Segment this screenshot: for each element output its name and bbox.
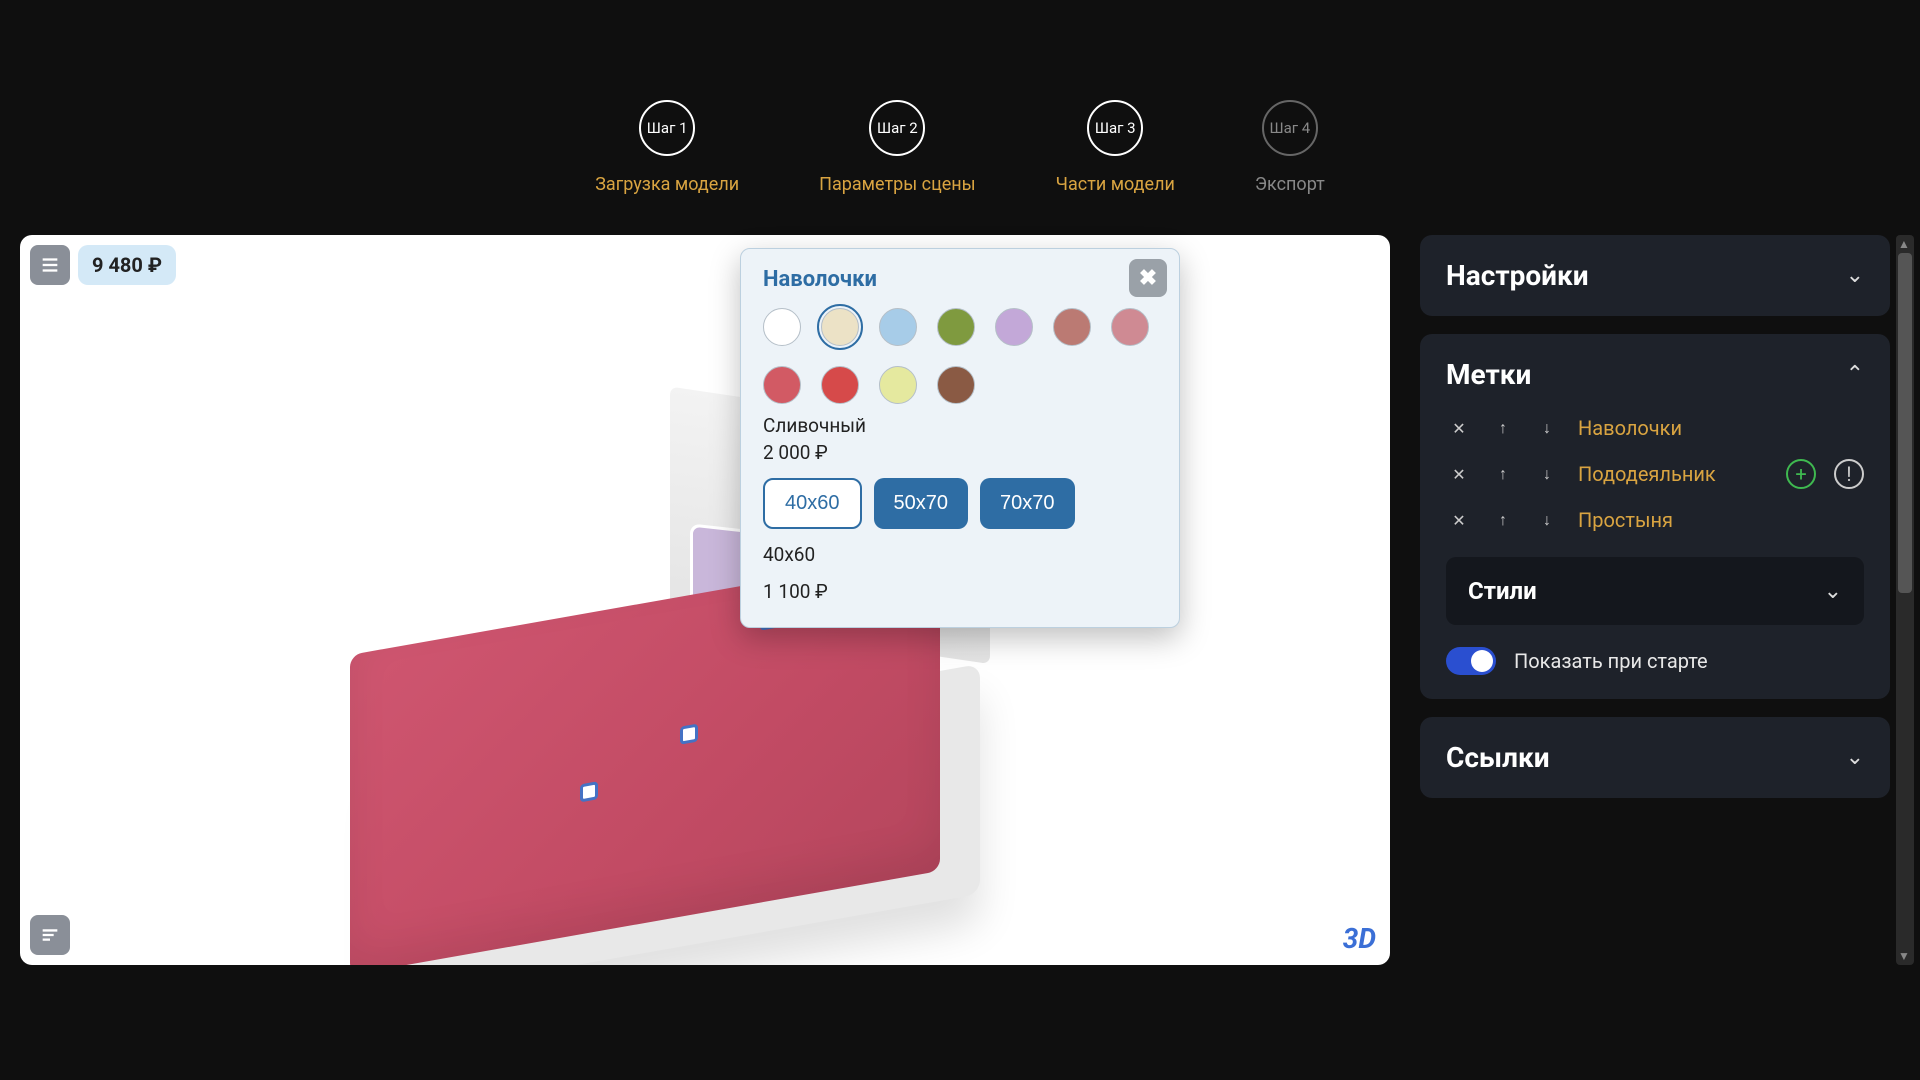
- arrow-up-icon[interactable]: ↑: [1490, 507, 1516, 533]
- color-swatch[interactable]: [1111, 308, 1149, 346]
- step-label: Загрузка модели: [595, 174, 739, 195]
- hotspot-marker[interactable]: [580, 781, 598, 802]
- sidebar: Настройки ⌄ Метки ⌃ ✕ ↑ ↓ Наволочки ✕ ↑ ↓ Подод…: [1420, 235, 1890, 965]
- step-circle: Шаг 3: [1087, 100, 1143, 156]
- warning-icon[interactable]: !: [1834, 459, 1864, 489]
- add-icon[interactable]: +: [1786, 459, 1816, 489]
- size-button[interactable]: 40x60: [763, 478, 862, 529]
- size-buttons: 40x6050x7070x70: [763, 478, 1157, 529]
- links-panel-header[interactable]: Ссылки ⌄: [1446, 741, 1864, 774]
- labels-panel-header[interactable]: Метки ⌃: [1446, 358, 1864, 391]
- color-swatch[interactable]: [821, 366, 859, 404]
- label-row: ✕ ↑ ↓ Наволочки: [1446, 415, 1864, 441]
- viewport-toolbar-bottom-left: [30, 915, 70, 955]
- label-row: ✕ ↑ ↓ Пододеяльник +!: [1446, 459, 1864, 489]
- list-icon[interactable]: [30, 245, 70, 285]
- color-name: Сливочный: [763, 414, 1157, 437]
- color-swatch[interactable]: [1053, 308, 1091, 346]
- chevron-down-icon: ⌄: [1846, 263, 1864, 288]
- toggle-label: Показать при старте: [1514, 649, 1708, 673]
- size-button[interactable]: 70x70: [980, 478, 1075, 529]
- color-swatch[interactable]: [879, 366, 917, 404]
- label-name[interactable]: Наволочки: [1578, 416, 1864, 440]
- popover-title: Наволочки: [763, 267, 1157, 292]
- delete-icon[interactable]: ✕: [1446, 507, 1472, 533]
- size-name: 40x60: [763, 543, 1157, 566]
- chevron-down-icon: ⌄: [1824, 579, 1842, 604]
- links-panel: Ссылки ⌄: [1420, 717, 1890, 798]
- options-popover: Наволочки ✖ Сливочный 2 000 ₽ 40x6050x70…: [740, 248, 1180, 628]
- color-swatch[interactable]: [995, 308, 1033, 346]
- arrow-down-icon[interactable]: ↓: [1534, 461, 1560, 487]
- viewport-toolbar-top-left: 9 480 ₽: [30, 245, 176, 285]
- label-name[interactable]: Пододеяльник: [1578, 462, 1768, 486]
- delete-icon[interactable]: ✕: [1446, 415, 1472, 441]
- size-price: 1 100 ₽: [763, 580, 1157, 603]
- color-swatch[interactable]: [763, 366, 801, 404]
- step-4[interactable]: Шаг 4 Экспорт: [1255, 100, 1325, 195]
- arrow-up-icon[interactable]: ↑: [1490, 415, 1516, 441]
- step-label: Части модели: [1056, 174, 1175, 195]
- arrow-down-icon[interactable]: ↓: [1534, 507, 1560, 533]
- label-row: ✕ ↑ ↓ Простыня: [1446, 507, 1864, 533]
- 3d-logo-icon[interactable]: 3D: [1343, 922, 1376, 955]
- size-button[interactable]: 50x70: [874, 478, 969, 529]
- color-price: 2 000 ₽: [763, 441, 1157, 464]
- labels-panel: Метки ⌃ ✕ ↑ ↓ Наволочки ✕ ↑ ↓ Пододеяльник +! ✕ ↑ ↓…: [1420, 334, 1890, 699]
- step-3[interactable]: Шаг 3 Части модели: [1056, 100, 1175, 195]
- step-2[interactable]: Шаг 2 Параметры сцены: [819, 100, 976, 195]
- step-circle: Шаг 2: [869, 100, 925, 156]
- 3d-viewport[interactable]: 9 480 ₽ 3D: [20, 235, 1390, 965]
- steps-header: Шаг 1 Загрузка модели Шаг 2 Параметры сц…: [0, 0, 1920, 235]
- delete-icon[interactable]: ✕: [1446, 461, 1472, 487]
- chevron-down-icon: ⌄: [1846, 745, 1864, 770]
- subpanel-title: Стили: [1468, 577, 1537, 605]
- scrollbar-thumb[interactable]: [1898, 253, 1912, 593]
- labels-list: ✕ ↑ ↓ Наволочки ✕ ↑ ↓ Пододеяльник +! ✕ ↑ ↓ Простыня: [1446, 415, 1864, 533]
- step-1[interactable]: Шаг 1 Загрузка модели: [595, 100, 739, 195]
- step-circle: Шаг 4: [1262, 100, 1318, 156]
- color-swatch[interactable]: [821, 308, 859, 346]
- color-swatch[interactable]: [879, 308, 917, 346]
- scrollbar[interactable]: [1896, 235, 1914, 965]
- price-badge: 9 480 ₽: [78, 245, 176, 285]
- label-name[interactable]: Простыня: [1578, 508, 1864, 532]
- step-label: Экспорт: [1255, 174, 1325, 195]
- color-swatch[interactable]: [937, 366, 975, 404]
- panel-title: Метки: [1446, 358, 1531, 391]
- close-icon[interactable]: ✖: [1129, 259, 1167, 297]
- show-on-start-row: Показать при старте: [1446, 647, 1864, 675]
- step-circle: Шаг 1: [639, 100, 695, 156]
- color-swatch[interactable]: [937, 308, 975, 346]
- settings-panel: Настройки ⌄: [1420, 235, 1890, 316]
- arrow-down-icon[interactable]: ↓: [1534, 415, 1560, 441]
- panel-title: Настройки: [1446, 259, 1589, 292]
- hotspot-marker[interactable]: [680, 724, 698, 745]
- styles-subpanel-header[interactable]: Стили ⌄: [1446, 557, 1864, 625]
- show-on-start-toggle[interactable]: [1446, 647, 1496, 675]
- arrow-up-icon[interactable]: ↑: [1490, 461, 1516, 487]
- color-swatches: [763, 308, 1153, 404]
- color-swatch[interactable]: [763, 308, 801, 346]
- step-label: Параметры сцены: [819, 174, 976, 195]
- chevron-up-icon: ⌃: [1846, 362, 1864, 387]
- menu-icon[interactable]: [30, 915, 70, 955]
- settings-panel-header[interactable]: Настройки ⌄: [1446, 259, 1864, 292]
- panel-title: Ссылки: [1446, 741, 1550, 774]
- main-row: 9 480 ₽ 3D Наволочки ✖ Сливочный 2 000 ₽…: [0, 235, 1920, 965]
